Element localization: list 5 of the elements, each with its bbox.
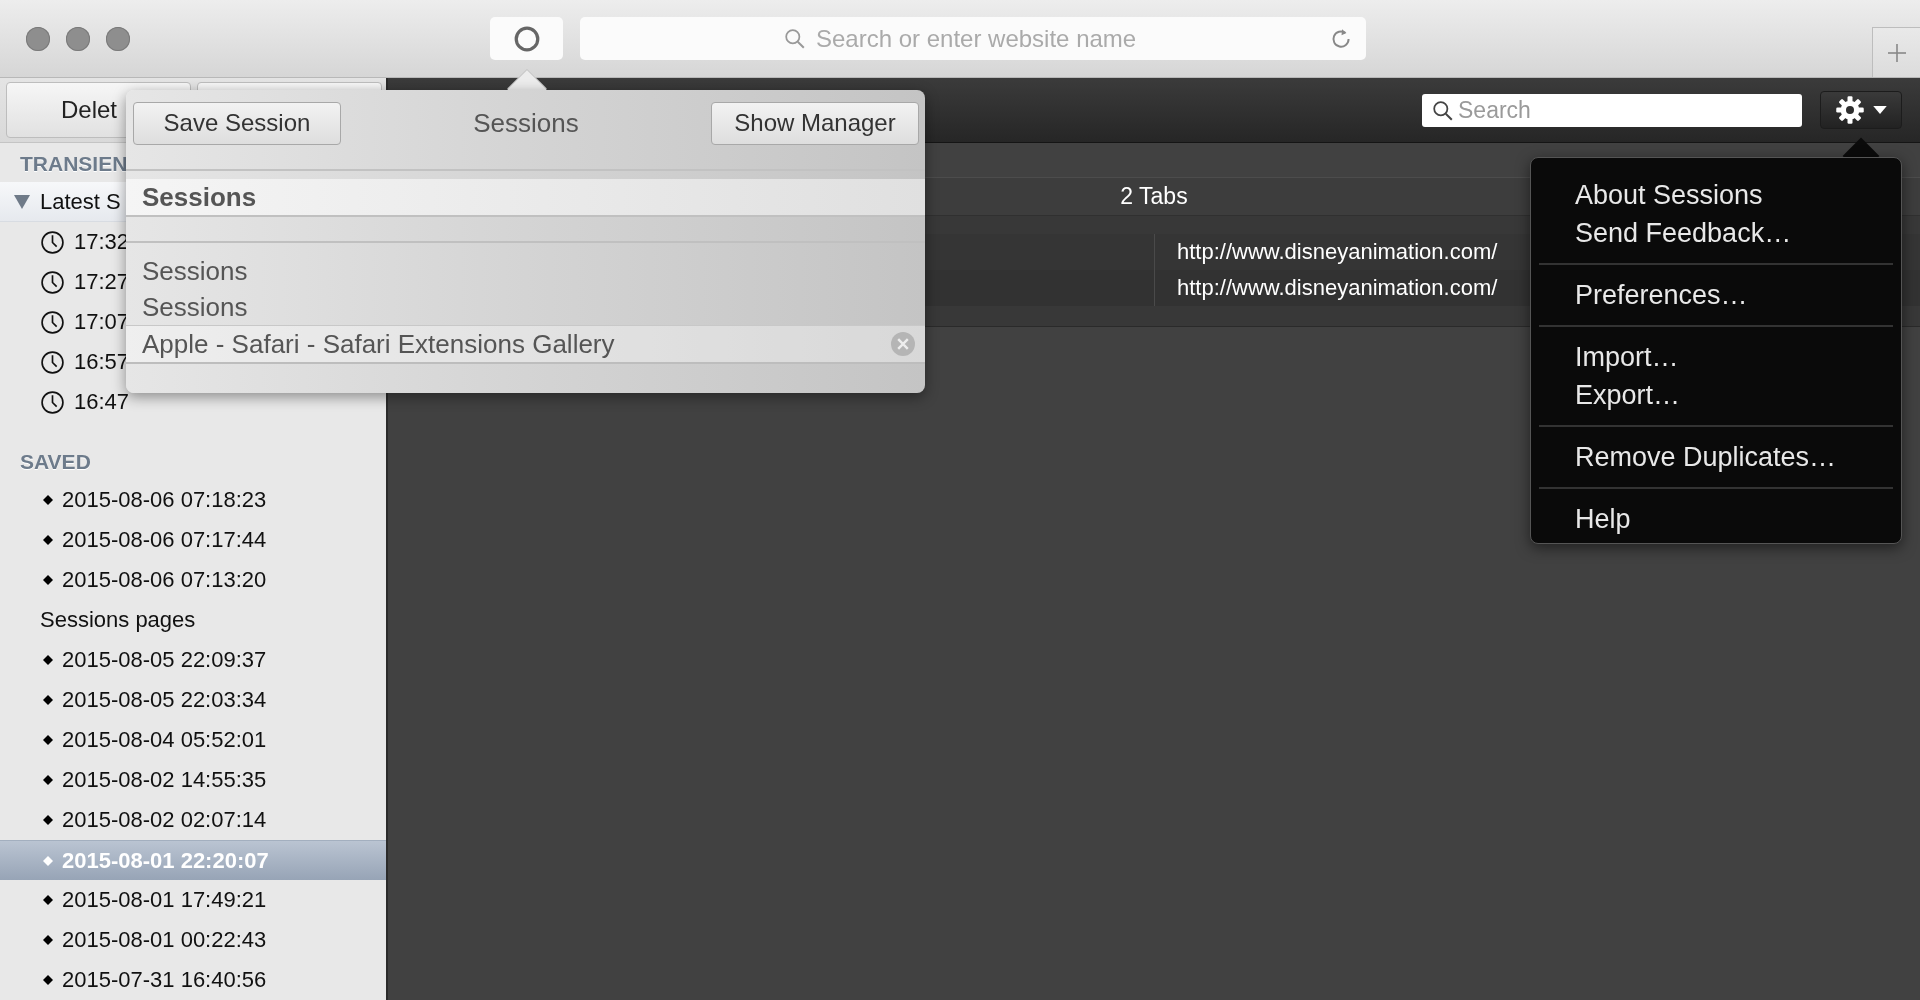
url-cell-text: http://www.disneyanimation.com/: [1176, 275, 1498, 301]
section-header: SAVED: [19, 449, 92, 475]
url-cell-text: http://www.disneyanimation.com/: [1176, 239, 1498, 265]
section-header: TRANSIEN: [19, 151, 129, 177]
popover-title: Sessions: [473, 107, 579, 139]
